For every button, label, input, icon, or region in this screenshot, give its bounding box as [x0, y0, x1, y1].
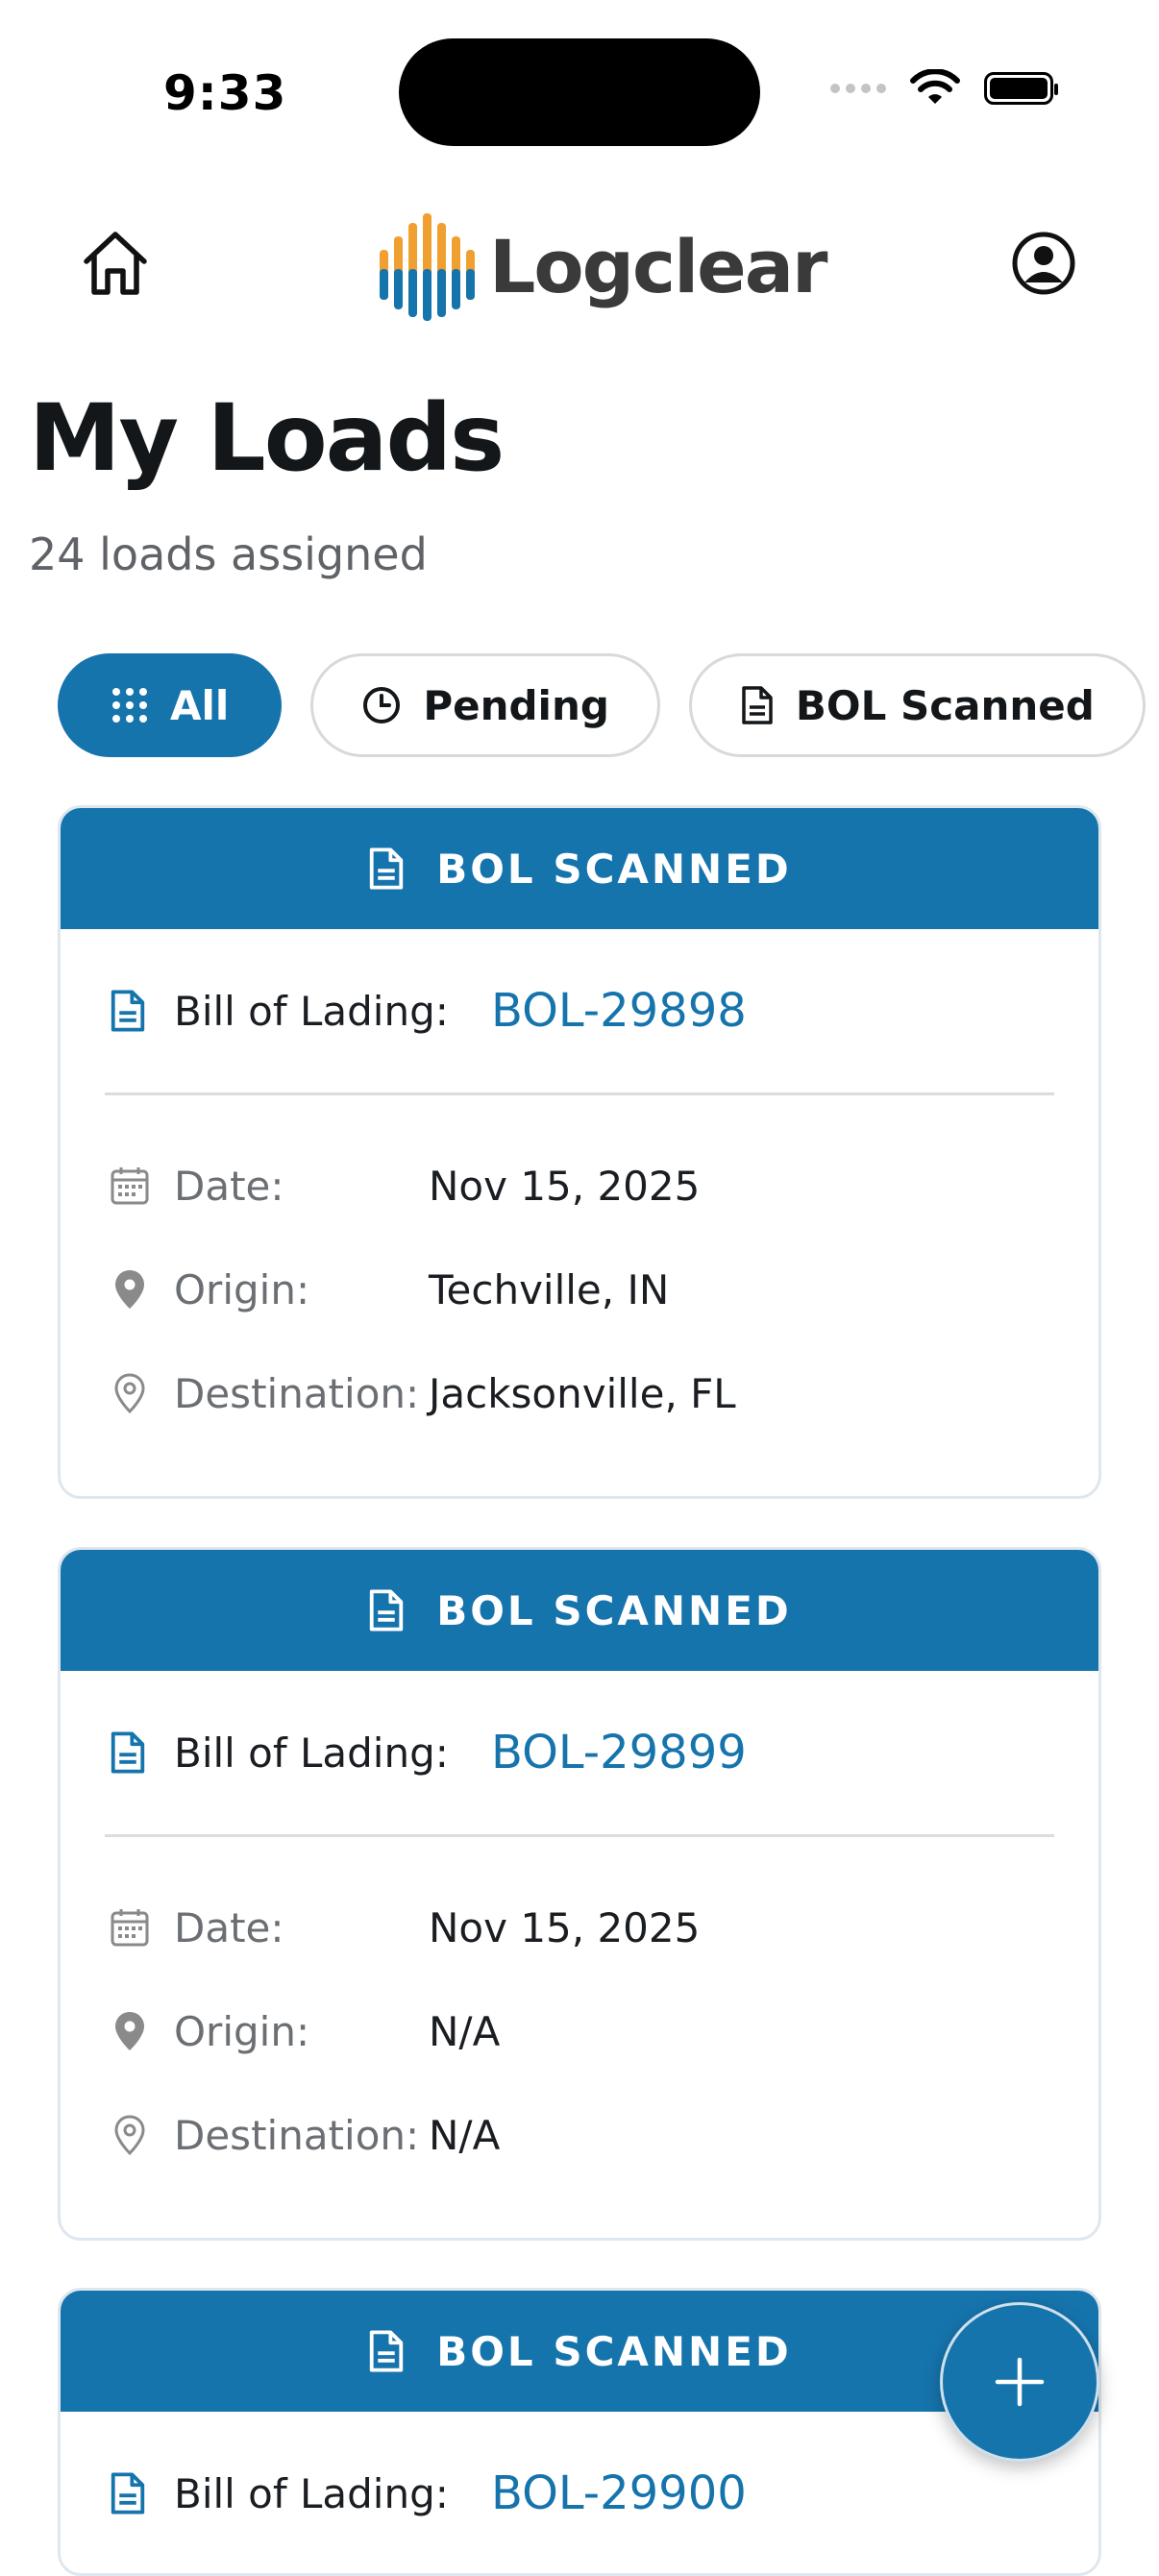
origin-value: N/A	[429, 2007, 501, 2055]
bol-number[interactable]: BOL-29900	[491, 2466, 747, 2520]
bol-label: Bill of Lading:	[174, 987, 449, 1035]
brand-name: Logclear	[489, 223, 827, 309]
destination-label: Destination:	[174, 1369, 420, 1417]
plus-icon	[995, 2357, 1045, 2407]
loads-count: 24 loads assigned	[29, 528, 428, 580]
status-time: 9:33	[163, 65, 287, 121]
load-card[interactable]: BOL SCANNED Bill of Lading: BOL-29899 Da…	[58, 1547, 1101, 2241]
home-icon	[84, 232, 147, 295]
card-status-header: BOL SCANNED	[61, 1550, 1098, 1671]
bol-row: Bill of Lading: BOL-29899	[61, 1671, 1098, 1834]
date-value: Nov 15, 2025	[429, 1903, 701, 1951]
document-icon	[111, 1731, 145, 1774]
destination-row: Destination: N/A	[61, 2083, 1098, 2187]
signal-icon	[830, 84, 886, 93]
origin-row: Origin: Techville, IN	[61, 1238, 1098, 1341]
status-indicators	[830, 69, 1058, 108]
battery-icon	[984, 72, 1058, 105]
document-icon	[370, 847, 404, 890]
add-load-button[interactable]	[940, 2302, 1099, 2462]
card-status-header: BOL SCANNED	[61, 808, 1098, 929]
date-row: Date: Nov 15, 2025	[61, 1876, 1098, 1979]
origin-label: Origin:	[174, 2007, 310, 2055]
load-card[interactable]: BOL SCANNED Bill of Lading: BOL-29900	[58, 2288, 1101, 2576]
user-icon	[1012, 232, 1075, 295]
card-status: BOL SCANNED	[436, 845, 792, 893]
brand-logo: Logclear	[378, 209, 827, 323]
bol-number[interactable]: BOL-29898	[491, 984, 747, 1038]
document-icon	[370, 2330, 404, 2372]
profile-button[interactable]	[1011, 231, 1076, 296]
document-icon	[111, 2472, 145, 2515]
clock-icon	[363, 687, 401, 724]
destination-label: Destination:	[174, 2111, 420, 2159]
load-details: Date: Nov 15, 2025 Origin: Techville, IN…	[61, 1095, 1098, 1445]
bol-row: Bill of Lading: BOL-29900	[61, 2412, 1098, 2573]
card-status: BOL SCANNED	[436, 2327, 792, 2375]
card-status: BOL SCANNED	[436, 1586, 792, 1634]
document-icon	[111, 990, 145, 1032]
bol-number[interactable]: BOL-29899	[491, 1726, 747, 1779]
destination-value: Jacksonville, FL	[429, 1369, 736, 1417]
destination-value: N/A	[429, 2111, 501, 2159]
map-pin-filled-icon	[115, 2012, 144, 2050]
date-label: Date:	[174, 1162, 284, 1210]
origin-value: Techville, IN	[429, 1265, 670, 1313]
logo-mark-icon	[380, 213, 475, 321]
page-title: My Loads	[29, 384, 505, 492]
map-pin-outline-icon	[114, 2115, 145, 2156]
date-row: Date: Nov 15, 2025	[61, 1134, 1098, 1238]
grid-icon	[112, 688, 147, 723]
home-button[interactable]	[79, 227, 152, 300]
date-label: Date:	[174, 1903, 284, 1951]
bol-label: Bill of Lading:	[174, 2469, 449, 2517]
bol-label: Bill of Lading:	[174, 1729, 449, 1777]
load-details: Date: Nov 15, 2025 Origin: N/A Destinati…	[61, 1837, 1098, 2187]
wifi-icon	[910, 69, 960, 104]
map-pin-outline-icon	[114, 1373, 145, 1414]
filter-pending[interactable]: Pending	[310, 653, 660, 757]
map-pin-filled-icon	[115, 1270, 144, 1309]
bol-row: Bill of Lading: BOL-29898	[61, 929, 1098, 1092]
document-icon	[370, 1589, 404, 1631]
calendar-icon	[111, 1167, 149, 1205]
date-value: Nov 15, 2025	[429, 1162, 701, 1210]
filter-bol-scanned[interactable]: BOL Scanned	[688, 653, 1146, 757]
filter-bol-scanned-label: BOL Scanned	[795, 681, 1095, 729]
origin-label: Origin:	[174, 1265, 310, 1313]
destination-row: Destination: Jacksonville, FL	[61, 1341, 1098, 1445]
filter-pending-label: Pending	[423, 681, 609, 729]
calendar-icon	[111, 1909, 149, 1947]
document-icon	[742, 686, 773, 724]
load-card[interactable]: BOL SCANNED Bill of Lading: BOL-29898 Da…	[58, 805, 1101, 1499]
filter-all-label: All	[170, 681, 230, 729]
dynamic-island	[399, 38, 760, 146]
filter-all[interactable]: All	[58, 653, 283, 757]
origin-row: Origin: N/A	[61, 1979, 1098, 2083]
filter-chips: All Pending BOL Scanned	[58, 653, 1146, 757]
